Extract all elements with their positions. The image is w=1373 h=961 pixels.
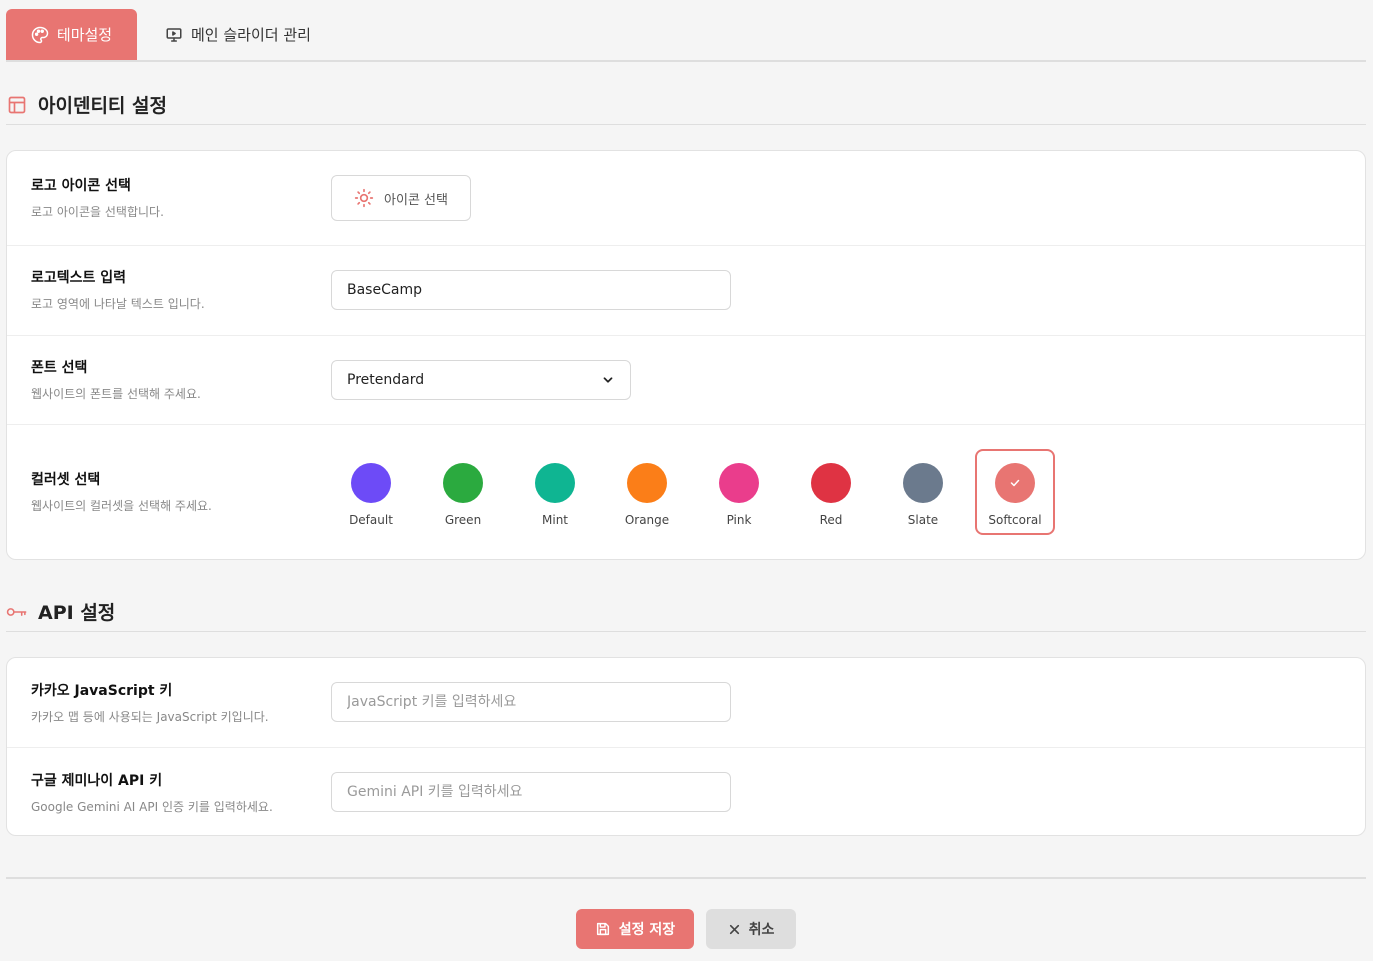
color-swatch-label: Softcoral (988, 513, 1042, 527)
color-swatch-label: Red (819, 513, 843, 527)
section-title-text: API 설정 (38, 602, 116, 624)
row-description: 웹사이트의 폰트를 선택해 주세요. (31, 387, 201, 401)
color-swatch-default[interactable]: Default (331, 449, 411, 535)
row-description: Google Gemini AI API 인증 키를 입력하세요. (31, 800, 273, 814)
color-dot (627, 463, 667, 503)
row-title: 로고 아이콘 선택 (31, 178, 131, 194)
row-description: 카카오 맵 등에 사용되는 JavaScript 키입니다. (31, 710, 269, 724)
tab-label: 메인 슬라이더 관리 (191, 26, 311, 44)
logo-text-input[interactable] (331, 270, 731, 310)
color-swatch-red[interactable]: Red (791, 449, 871, 535)
color-dot (903, 463, 943, 503)
layout-icon (6, 94, 28, 116)
chevron-down-icon (603, 377, 613, 383)
color-dot (719, 463, 759, 503)
color-dot (995, 463, 1035, 503)
row-title: 컬러셋 선택 (31, 472, 101, 488)
cancel-button[interactable]: 취소 (706, 909, 796, 949)
color-dot (811, 463, 851, 503)
kakao-key-input[interactable] (331, 682, 731, 722)
identity-card: 로고 아이콘 선택 로고 아이콘을 선택합니다. 아이콘 선택 로고텍스트 입력… (6, 150, 1366, 560)
row-label: 컬러셋 선택 웹사이트의 컬러셋을 선택해 주세요. (31, 469, 212, 514)
tab-label: 테마설정 (56, 26, 113, 44)
color-swatch-label: Mint (542, 513, 568, 527)
row-title: 카카오 JavaScript 키 (31, 683, 173, 699)
check-icon (1010, 479, 1020, 487)
gemini-key-input[interactable] (331, 772, 731, 812)
row-label: 카카오 JavaScript 키 카카오 맵 등에 사용되는 JavaScrip… (31, 680, 269, 725)
key-icon (6, 601, 28, 623)
row-label: 로고 아이콘 선택 로고 아이콘을 선택합니다. (31, 175, 164, 220)
font-select[interactable]: Pretendard (331, 360, 631, 400)
color-swatch-label: Green (444, 513, 482, 527)
color-swatch-pink[interactable]: Pink (699, 449, 779, 535)
colorset-options: Default Green Mint Orange Pink Red Slate Softco… (331, 449, 1067, 535)
color-swatch-label: Pink (726, 513, 752, 527)
footer-divider (6, 877, 1366, 879)
row-label: 폰트 선택 웹사이트의 폰트를 선택해 주세요. (31, 357, 201, 402)
row-description: 로고 아이콘을 선택합니다. (31, 205, 164, 219)
row-description: 웹사이트의 컬러셋을 선택해 주세요. (31, 499, 212, 513)
row-label: 로고텍스트 입력 로고 영역에 나타날 텍스트 입니다. (31, 267, 205, 312)
row-title: 구글 제미나이 API 키 (31, 773, 163, 789)
kakao-key-row: 카카오 JavaScript 키 카카오 맵 등에 사용되는 JavaScrip… (7, 658, 1365, 748)
row-label: 구글 제미나이 API 키 Google Gemini AI API 인증 키를… (31, 770, 273, 815)
colorset-row: 컬러셋 선택 웹사이트의 컬러셋을 선택해 주세요. Default Green M… (7, 425, 1365, 559)
color-swatch-softcoral[interactable]: Softcoral (975, 449, 1055, 535)
identity-section-title: 아이덴티티 설정 (6, 85, 1366, 125)
tab-bar: 테마설정 메인 슬라이더 관리 (6, 9, 1366, 62)
color-swatch-slate[interactable]: Slate (883, 449, 963, 535)
row-description: 로고 영역에 나타날 텍스트 입니다. (31, 297, 205, 311)
presentation-icon (166, 27, 182, 42)
api-card: 카카오 JavaScript 키 카카오 맵 등에 사용되는 JavaScrip… (6, 657, 1366, 836)
row-title: 폰트 선택 (31, 360, 88, 376)
row-title: 로고텍스트 입력 (31, 270, 127, 286)
cancel-label: 취소 (748, 922, 775, 938)
logo-icon-row: 로고 아이콘 선택 로고 아이콘을 선택합니다. 아이콘 선택 (7, 151, 1365, 246)
save-label: 설정 저장 (618, 922, 676, 938)
color-swatch-label: Slate (907, 513, 939, 527)
close-icon (729, 924, 739, 934)
tab-theme-settings[interactable]: 테마설정 (6, 9, 137, 60)
icon-select-label: 아이콘 선택 (384, 192, 448, 208)
sun-icon (354, 188, 374, 208)
color-swatch-label: Orange (624, 513, 670, 527)
font-row: 폰트 선택 웹사이트의 폰트를 선택해 주세요. Pretendard (7, 336, 1365, 425)
logo-text-row: 로고텍스트 입력 로고 영역에 나타날 텍스트 입니다. (7, 246, 1365, 336)
color-dot (535, 463, 575, 503)
color-dot (351, 463, 391, 503)
section-title-text: 아이덴티티 설정 (38, 95, 167, 117)
color-swatch-mint[interactable]: Mint (515, 449, 595, 535)
color-dot (443, 463, 483, 503)
gemini-key-row: 구글 제미나이 API 키 Google Gemini AI API 인증 키를… (7, 748, 1365, 835)
save-icon (596, 922, 609, 936)
color-swatch-orange[interactable]: Orange (607, 449, 687, 535)
save-button[interactable]: 설정 저장 (576, 909, 694, 949)
tab-main-slider[interactable]: 메인 슬라이더 관리 (137, 9, 333, 60)
color-swatch-label: Default (349, 513, 393, 527)
color-swatch-green[interactable]: Green (423, 449, 503, 535)
icon-select-button[interactable]: 아이콘 선택 (331, 175, 471, 221)
palette-icon (31, 26, 49, 43)
font-select-value: Pretendard (347, 372, 425, 388)
api-section-title: API 설정 (6, 592, 1366, 632)
